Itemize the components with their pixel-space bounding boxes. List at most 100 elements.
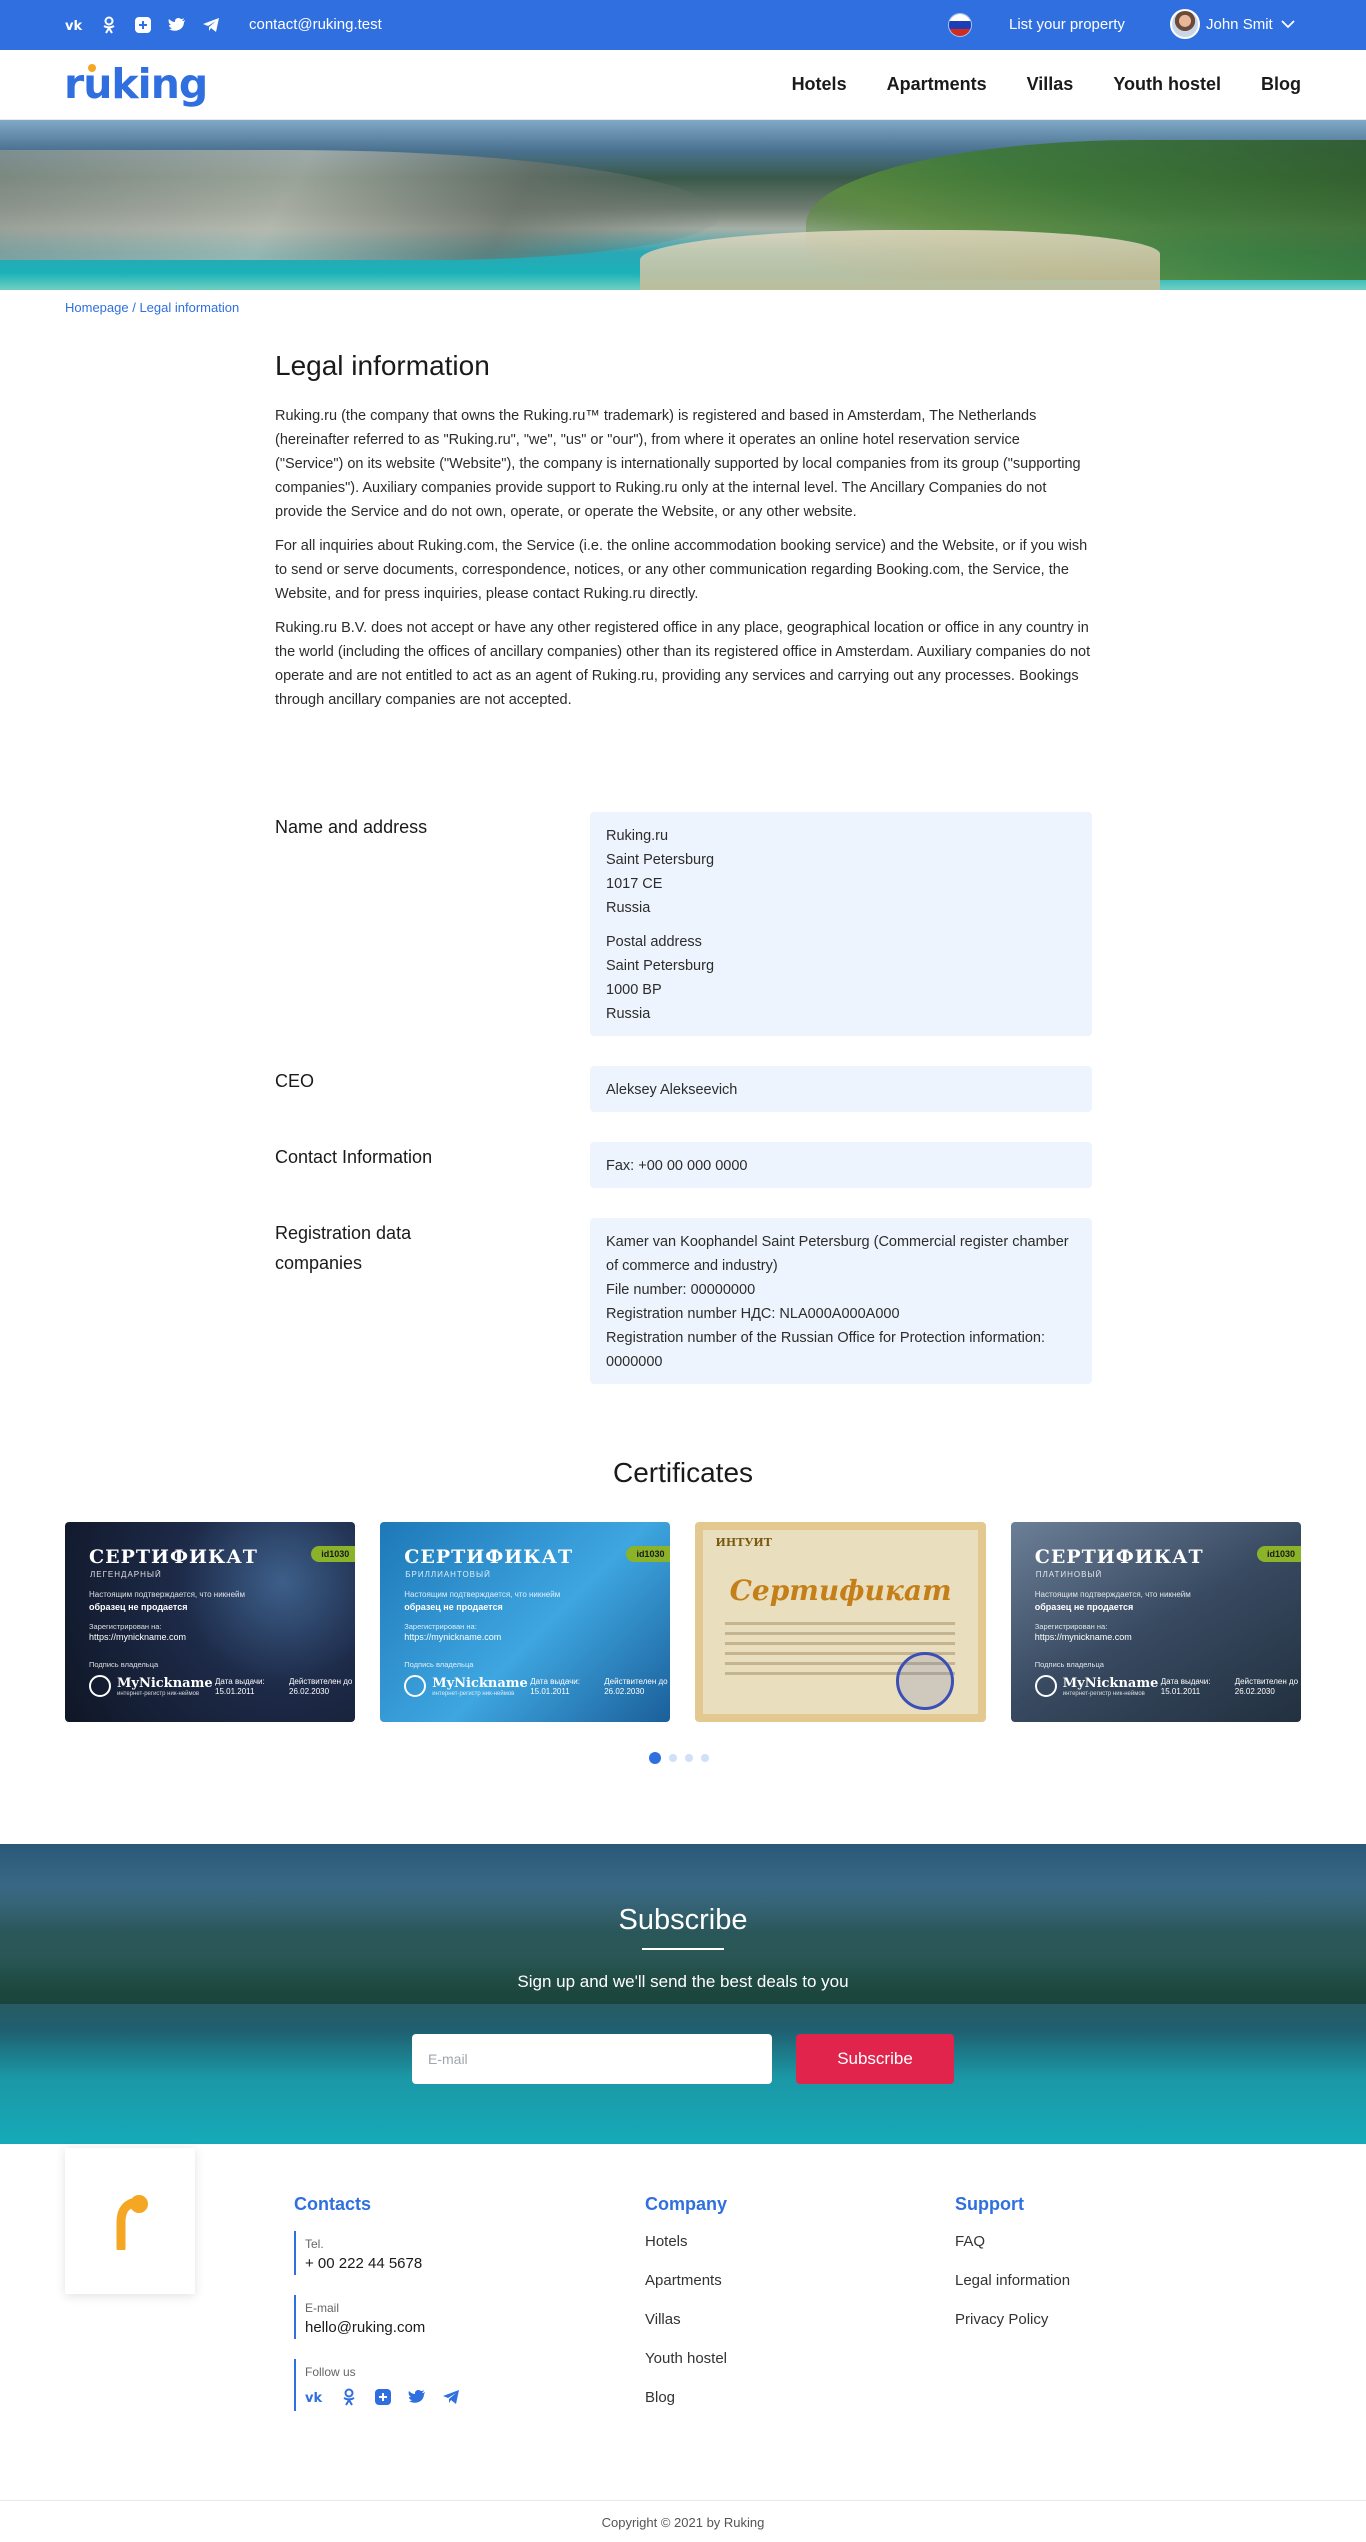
info-label: Name and address [275, 817, 428, 837]
footer-link-blog[interactable]: Blog [645, 2387, 727, 2408]
footer-logo[interactable] [65, 2148, 195, 2294]
nav-youth-hostel[interactable]: Youth hostel [1113, 74, 1221, 95]
contact-email-link[interactable]: contact@ruking.test [249, 16, 382, 33]
cert-url: https://mynickname.com [1034, 1632, 1132, 1642]
info-row-ceo: CEO Aleksey Alekseevich [275, 1066, 1092, 1112]
odnoklassniki-icon[interactable] [99, 15, 119, 35]
breadcrumb-home[interactable]: Homepage [65, 300, 129, 315]
chevron-down-icon [1281, 20, 1295, 29]
cert-text: образец не продается [404, 1602, 503, 1612]
cert-valid-date: 26.02.2030 [604, 1687, 645, 1696]
certificate-card[interactable]: СЕРТИФИКАТ ЛЕГЕНДАРНЫЙ id1030 Настоящим … [65, 1522, 356, 1722]
twitter-icon[interactable] [167, 15, 187, 35]
info-label: Registration data companies [275, 1223, 412, 1273]
cert-text: Настоящим подтверждается, что никнейм [89, 1590, 245, 1599]
ruking-logo[interactable]: ruking [64, 60, 208, 108]
footer-link-legal[interactable]: Legal information [955, 2270, 1070, 2291]
cert-text: Зарегистрирован на: [89, 1622, 162, 1631]
cert-valid: Действителен до 26.02.2030 [1235, 1677, 1298, 1697]
cert-text: Настоящим подтверждается, что никнейм [1034, 1590, 1191, 1599]
cert-subtitle: ПЛАТИНОВЫЙ [1035, 1570, 1103, 1579]
cert-text: образец не продается [89, 1602, 188, 1612]
email-label: E-mail [305, 2301, 340, 2315]
social-links: vk [65, 15, 221, 35]
carousel-dot[interactable] [649, 1752, 661, 1764]
cert-valid-label: Действителен до [289, 1677, 353, 1686]
address-line: Saint Petersburg [606, 958, 715, 974]
user-menu[interactable]: John Smit [1170, 9, 1297, 39]
footer-follow: Follow us vk [294, 2359, 461, 2411]
list-property-link[interactable]: List your property [1009, 16, 1125, 33]
cert-valid-date: 26.02.2030 [289, 1687, 330, 1696]
info-row-contact: Contact Information Fax: +00 00 000 0000 [275, 1142, 1092, 1188]
registration-line: Kamer van Koophandel Saint Petersburg (C… [606, 1234, 1069, 1274]
avatar [1170, 9, 1200, 39]
certificates-title: Certificates [612, 1457, 754, 1488]
cert-id-badge: id1030 [1256, 1546, 1301, 1562]
copyright: Copyright © 2021 by Ruking [0, 2500, 1366, 2542]
paragraph: Ruking.ru (the company that owns the Ruk… [275, 408, 1081, 520]
carousel-pagination [649, 1752, 709, 1764]
info-box: Fax: +00 00 000 0000 [590, 1142, 1092, 1188]
seal-icon [895, 1652, 954, 1710]
footer-heading: Company [645, 2194, 728, 2214]
email-link[interactable]: hello@ruking.com [305, 2319, 425, 2340]
russia-flag-icon[interactable] [948, 13, 972, 37]
vk-icon[interactable]: vk [305, 2387, 325, 2407]
footer-link-apartments[interactable]: Apartments [645, 2270, 727, 2291]
info-row-registration: Registration data companies Kamer van Ko… [275, 1218, 1092, 1384]
vk-icon[interactable]: vk [65, 15, 85, 35]
telegram-icon[interactable] [201, 15, 221, 35]
carousel-dot[interactable] [669, 1754, 677, 1762]
cert-id-badge: id1030 [311, 1546, 356, 1562]
email-input[interactable] [412, 2034, 772, 2084]
certificates-carousel: СЕРТИФИКАТ ЛЕГЕНДАРНЫЙ id1030 Настоящим … [65, 1522, 1301, 1722]
ceo-name: Aleksey Alekseevich [606, 1082, 738, 1098]
cert-signature-label: Подпись владельца [1034, 1660, 1104, 1669]
footer: Contacts Tel. + 00 222 44 5678 E-mail he… [0, 2144, 1366, 2542]
cert-subtitle: ЛЕГЕНДАРНЫЙ [90, 1570, 162, 1579]
ruking-mark-icon [116, 2195, 148, 2250]
carousel-dot[interactable] [685, 1754, 693, 1762]
info-box: Kamer van Koophandel Saint Petersburg (C… [590, 1218, 1092, 1384]
subscribe-section: Subscribe Sign up and we'll send the bes… [0, 1844, 1366, 2144]
nav-hotels[interactable]: Hotels [792, 74, 847, 95]
top-bar: vk contact@ruking.test List your propert… [0, 0, 1366, 50]
address-line: Ruking.ru [606, 828, 669, 844]
twitter-icon[interactable] [407, 2387, 427, 2407]
odnoklassniki-icon[interactable] [339, 2387, 359, 2407]
subscribe-button[interactable]: Subscribe [796, 2034, 954, 2084]
cert-issued-date: 15.01.2011 [215, 1687, 255, 1696]
nav-apartments[interactable]: Apartments [887, 74, 987, 95]
certificate-card[interactable]: СЕРТИФИКАТ ПЛАТИНОВЫЙ id1030 Настоящим п… [1010, 1522, 1301, 1722]
footer-social-links: vk [305, 2381, 461, 2411]
footer-link-villas[interactable]: Villas [645, 2309, 727, 2330]
breadcrumb-current[interactable]: Legal information [139, 300, 239, 315]
info-row-name-address: Name and address Ruking.ru Saint Petersb… [275, 812, 1092, 1036]
footer-link-faq[interactable]: FAQ [955, 2231, 1070, 2252]
plus-icon[interactable] [373, 2387, 393, 2407]
plus-icon[interactable] [133, 15, 153, 35]
carousel-dot[interactable] [701, 1754, 709, 1762]
subscribe-text: Sign up and we'll send the best deals to… [517, 1972, 849, 1991]
footer-link-privacy[interactable]: Privacy Policy [955, 2309, 1070, 2330]
cert-valid-label: Действителен до [1234, 1677, 1299, 1686]
cert-brand-name: MyNickname [432, 1675, 528, 1691]
cert-brand-name: MyNickname [1062, 1675, 1159, 1691]
phone-link[interactable]: + 00 222 44 5678 [305, 2255, 422, 2276]
certificate-card[interactable]: СЕРТИФИКАТ БРИЛЛИАНТОВЫЙ id1030 Настоящи… [380, 1522, 671, 1722]
paragraph: For all inquiries about Ruking.com, the … [275, 538, 1088, 602]
cert-brand-icon [404, 1675, 427, 1697]
hero-cliff [0, 150, 720, 260]
info-box: Ruking.ru Saint Petersburg 1017 CE Russi… [590, 812, 1092, 1036]
footer-link-youth-hostel[interactable]: Youth hostel [645, 2348, 727, 2369]
cert-text: Зарегистрирован на: [404, 1622, 477, 1631]
certificate-card[interactable]: ИНТУИТ Сертификат [695, 1522, 986, 1722]
telegram-icon[interactable] [441, 2387, 461, 2407]
footer-link-hotels[interactable]: Hotels [645, 2231, 727, 2252]
cert-id-badge: id1030 [626, 1546, 671, 1562]
nav-blog[interactable]: Blog [1261, 74, 1301, 95]
cert-text: Зарегистрирован на: [1034, 1622, 1108, 1631]
legal-content: Legal information Ruking.ru (the company… [275, 350, 1092, 722]
nav-villas[interactable]: Villas [1027, 74, 1074, 95]
